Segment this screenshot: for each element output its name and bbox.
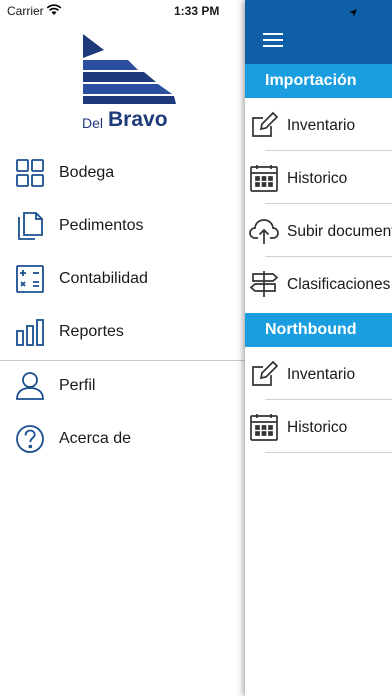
edit-icon — [249, 110, 279, 140]
logo-graphic-icon — [83, 34, 176, 104]
grid-icon — [15, 158, 45, 188]
menu-item-bodega[interactable]: Bodega — [0, 148, 245, 201]
brand-name-large: Bravo — [108, 108, 168, 131]
documents-icon — [15, 211, 45, 241]
brand-name-small: Del — [82, 115, 104, 131]
row-divider — [265, 399, 392, 400]
edit-icon — [249, 359, 279, 389]
row-divider — [265, 452, 392, 453]
panel-item-subir-documentos[interactable]: Subir documentos — [245, 205, 392, 257]
section-header-importacion: Importación — [245, 64, 392, 98]
bar-chart-icon — [15, 317, 45, 347]
menu-label-pedimentos: Pedimentos — [59, 217, 144, 234]
panel-label-subir-documentos: Subir documentos — [287, 223, 392, 240]
menu-label-reportes: Reportes — [59, 323, 124, 340]
section-header-northbound: Northbound — [245, 313, 392, 347]
status-bar: Carrier 1:33 PM — [0, 0, 245, 22]
panel-label-clasificaciones: Clasificaciones — [287, 276, 391, 293]
menu-label-contabilidad: Contabilidad — [59, 270, 148, 287]
row-divider — [265, 203, 392, 204]
menu-label-perfil: Perfil — [59, 377, 96, 394]
panel-item-historico[interactable]: Historico — [245, 152, 392, 204]
status-time: 1:33 PM — [174, 4, 220, 18]
hamburger-menu-icon[interactable] — [263, 33, 283, 47]
del-bravo-logo: Del Bravo — [80, 32, 180, 136]
user-icon — [15, 371, 45, 401]
row-divider — [265, 150, 392, 151]
section-title-importacion: Importación — [265, 72, 357, 89]
carrier-label: Carrier — [7, 4, 44, 18]
cloud-upload-icon — [249, 216, 279, 246]
help-icon — [15, 424, 45, 454]
panel-label-historico-northbound: Historico — [287, 419, 348, 436]
panel-item-inventario-northbound[interactable]: Inventario — [245, 348, 392, 400]
menu-label-acerca-de: Acerca de — [59, 430, 132, 447]
drawer-menu: Bodega Pedimentos Contabilidad Reportes … — [0, 148, 245, 467]
signpost-icon — [249, 269, 279, 299]
panel-item-clasificaciones[interactable]: Clasificaciones — [245, 258, 392, 310]
main-panel: Importación Inventario Historico Subir d… — [245, 0, 392, 696]
calendar-icon — [249, 412, 279, 442]
menu-item-pedimentos[interactable]: Pedimentos — [0, 201, 245, 254]
calendar-icon — [249, 163, 279, 193]
panel-item-inventario[interactable]: Inventario — [245, 99, 392, 151]
menu-item-contabilidad[interactable]: Contabilidad — [0, 254, 245, 307]
side-drawer: Carrier 1:33 PM Del Bravo Bodega Pedimen… — [0, 0, 245, 696]
menu-label-bodega: Bodega — [59, 164, 115, 181]
panel-label-inventario-northbound: Inventario — [287, 366, 356, 383]
location-arrow-icon — [348, 5, 358, 17]
menu-item-acerca-de[interactable]: Acerca de — [0, 414, 245, 467]
row-divider — [265, 256, 392, 257]
panel-label-historico: Historico — [287, 170, 348, 187]
calculator-icon — [15, 264, 45, 294]
menu-item-reportes[interactable]: Reportes — [0, 307, 245, 360]
nav-bar — [245, 0, 392, 64]
section-title-northbound: Northbound — [265, 321, 357, 338]
wifi-icon — [46, 4, 62, 19]
panel-item-historico-northbound[interactable]: Historico — [245, 401, 392, 453]
menu-item-perfil[interactable]: Perfil — [0, 361, 245, 414]
panel-label-inventario: Inventario — [287, 117, 356, 134]
